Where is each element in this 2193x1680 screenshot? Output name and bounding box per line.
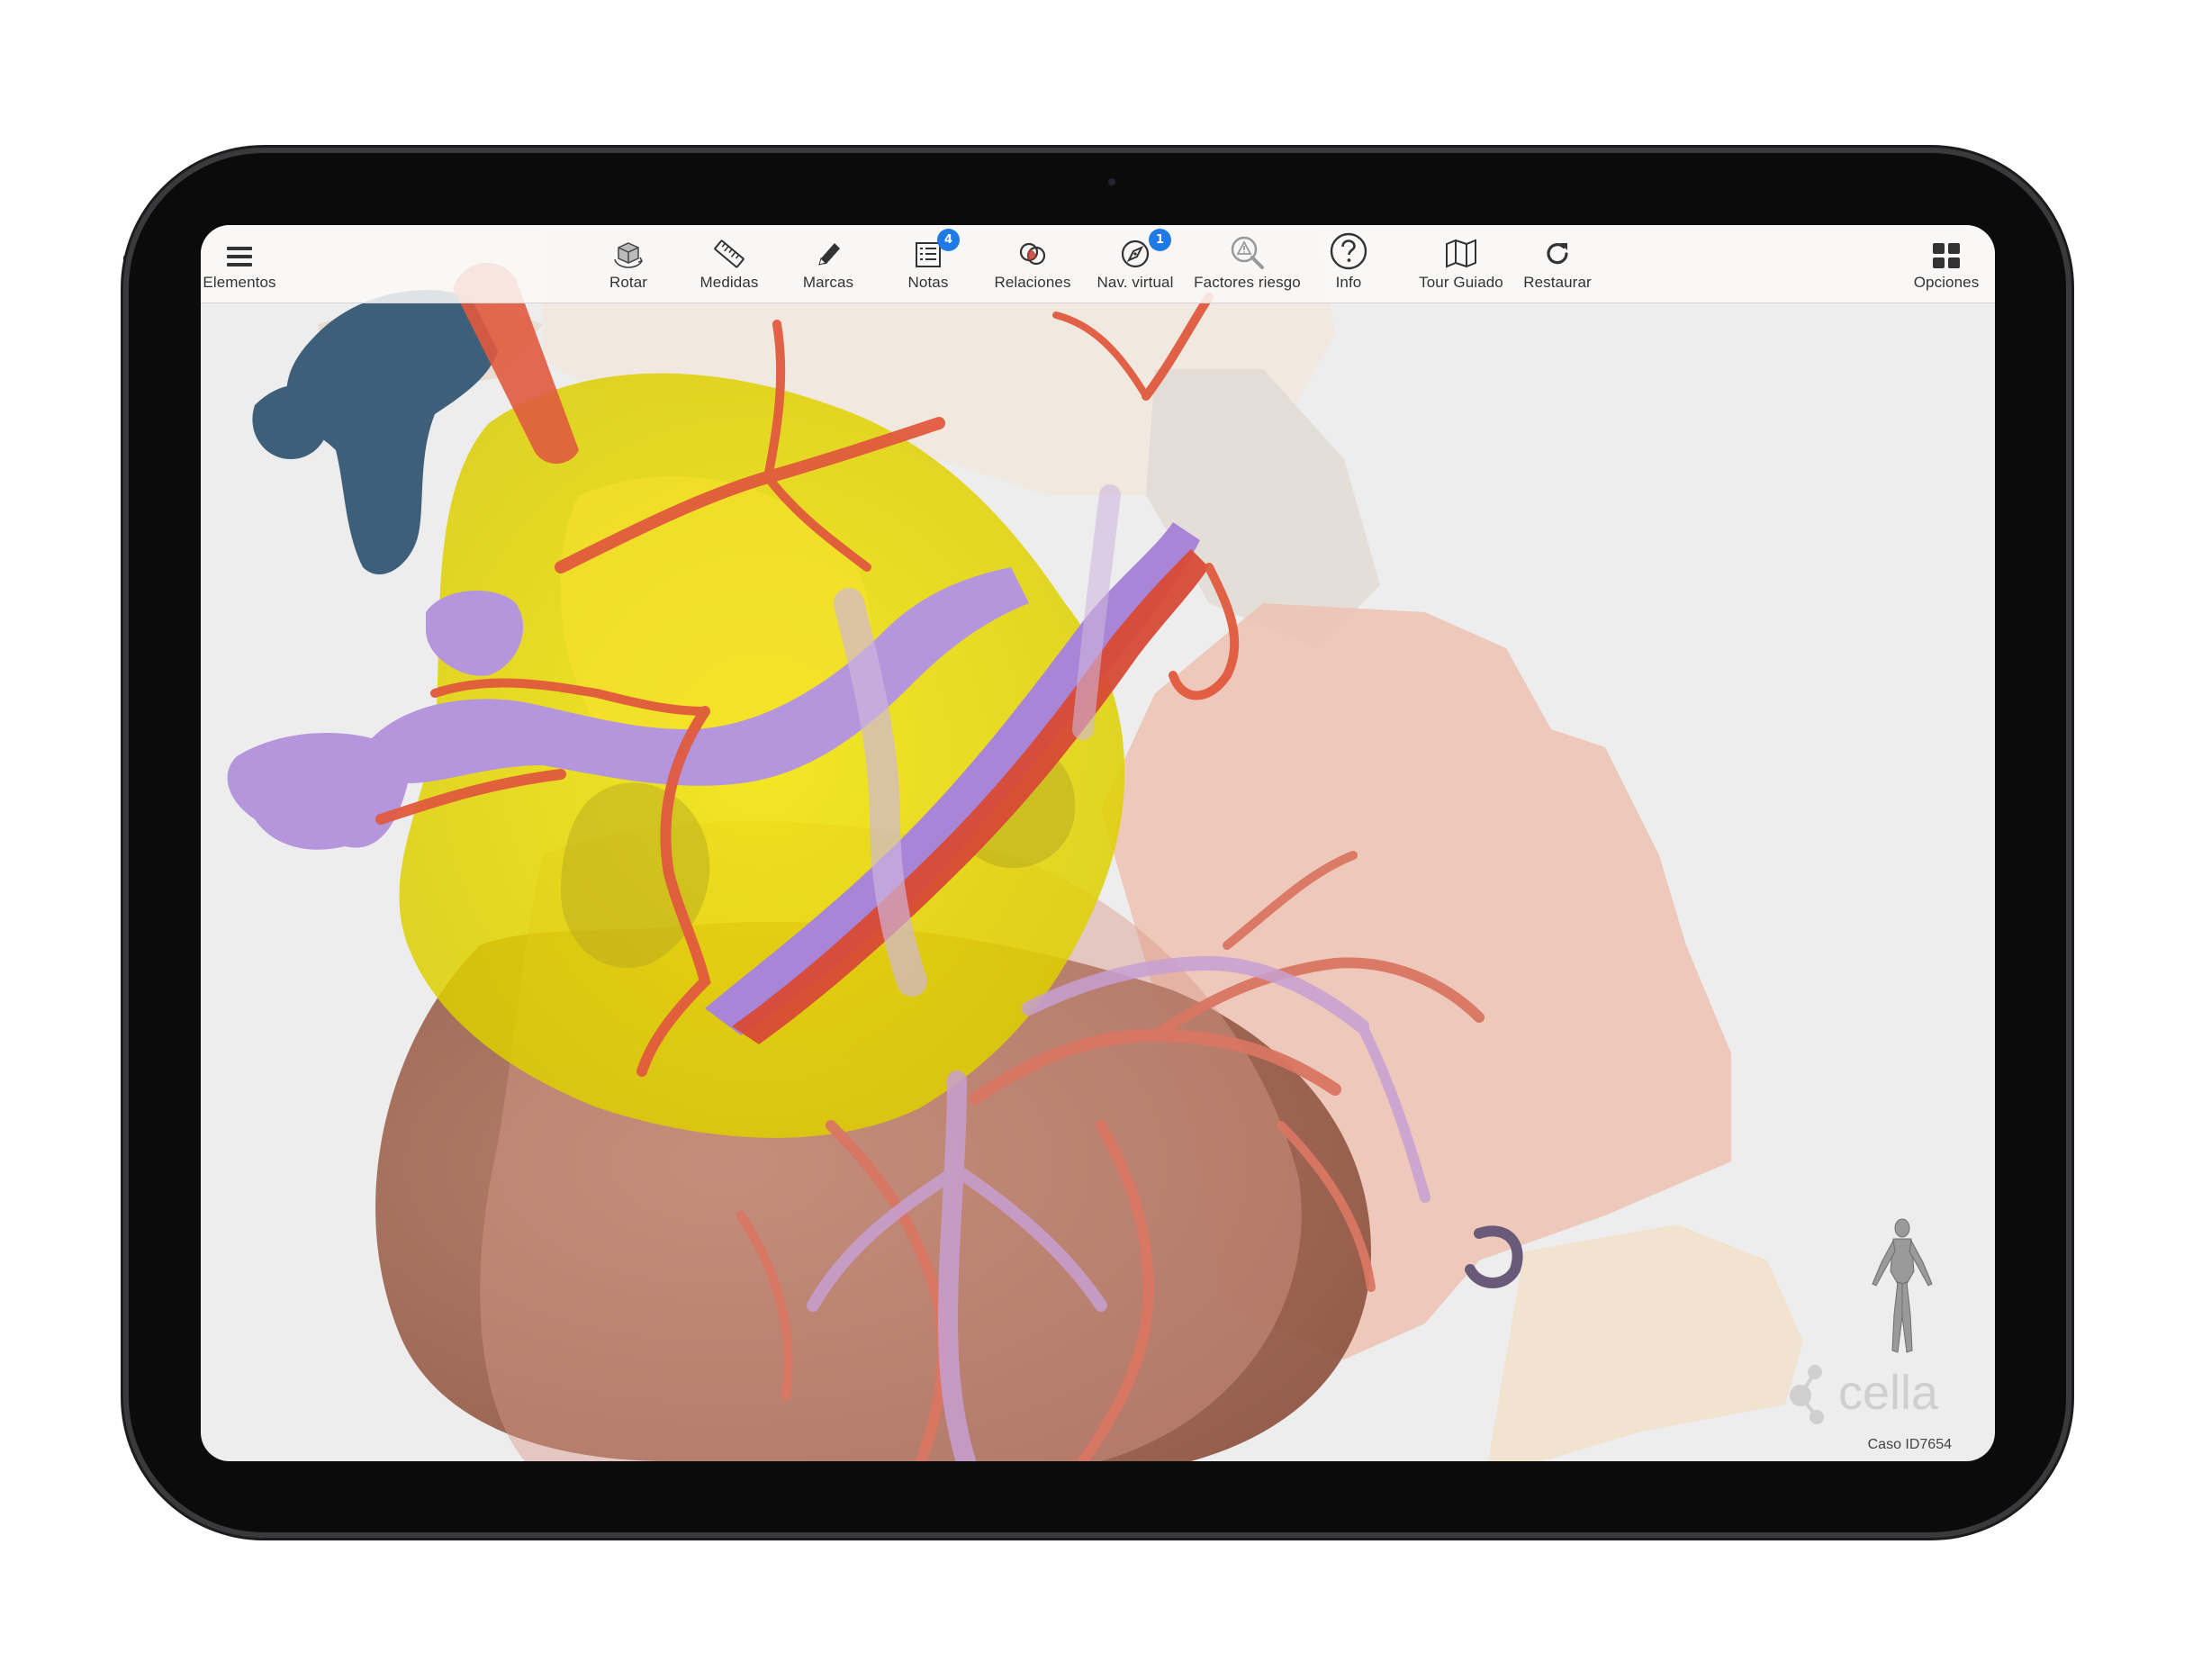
risk-magnifier-icon — [1231, 236, 1264, 269]
human-figure-icon[interactable] — [1862, 1215, 1943, 1359]
anatomy-3d-viewport[interactable] — [201, 225, 1995, 1461]
options-label: Opciones — [1913, 274, 1980, 291]
help-circle-icon — [1330, 232, 1367, 270]
relations-button[interactable]: Relaciones — [990, 225, 1075, 303]
rotate-cube-icon — [614, 242, 644, 268]
ruler-icon — [714, 239, 745, 268]
cella-watermark: cella Caso ID7654 — [1790, 1359, 1979, 1459]
app-screen: Elementos Rotar Medidas Marcas Notas 4 R… — [201, 225, 1995, 1461]
marks-button[interactable]: Marcas — [792, 225, 864, 303]
notes-button[interactable]: Notas 4 — [894, 225, 962, 303]
options-button[interactable]: Opciones — [1909, 225, 1984, 303]
relations-label: Relaciones — [994, 274, 1071, 291]
toolbar: Elementos Rotar Medidas Marcas Notas 4 R… — [201, 225, 1995, 303]
hamburger-menu-icon — [227, 247, 252, 266]
pale-cream-structure — [1488, 1224, 1803, 1461]
refresh-icon — [1547, 243, 1568, 265]
device-button — [284, 145, 360, 151]
rotate-label: Rotar — [609, 274, 648, 291]
risk-factors-button[interactable]: Factores riesgo — [1191, 225, 1304, 303]
camera-icon — [1108, 178, 1115, 185]
measures-label: Medidas — [699, 274, 759, 291]
case-id: Caso ID7654 — [1867, 1437, 1952, 1452]
rotate-button[interactable]: Rotar — [597, 225, 660, 303]
device-button — [375, 145, 450, 151]
grid-icon — [1933, 243, 1960, 268]
measures-button[interactable]: Medidas — [690, 225, 769, 303]
compass-icon — [1121, 239, 1150, 268]
notes-label: Notas — [907, 274, 949, 291]
restore-label: Restaurar — [1523, 274, 1592, 291]
map-icon — [1446, 239, 1476, 268]
elements-menu-button[interactable]: Elementos — [203, 225, 276, 303]
overlapping-circles-icon — [1019, 242, 1046, 266]
guided-tour-label: Tour Guiado — [1419, 274, 1503, 291]
elements-label: Elementos — [203, 274, 276, 291]
virtual-navigation-label: Nav. virtual — [1096, 274, 1174, 291]
portal-vein-blue — [252, 384, 329, 459]
virtual-navigation-button[interactable]: Nav. virtual 1 — [1087, 225, 1183, 303]
risk-factors-label: Factores riesgo — [1194, 274, 1301, 291]
guided-tour-button[interactable]: Tour Guiado — [1416, 225, 1506, 303]
notes-count-badge: 4 — [937, 229, 960, 251]
restore-button[interactable]: Restaurar — [1520, 225, 1595, 303]
pencil-icon — [818, 243, 840, 266]
info-label: Info — [1335, 274, 1362, 291]
marks-label: Marcas — [802, 274, 854, 291]
info-button[interactable]: Info — [1317, 225, 1380, 303]
navigation-count-badge: 1 — [1149, 229, 1171, 251]
brand-name: cella — [1838, 1366, 1939, 1420]
cella-logo: cella — [1790, 1365, 1939, 1424]
